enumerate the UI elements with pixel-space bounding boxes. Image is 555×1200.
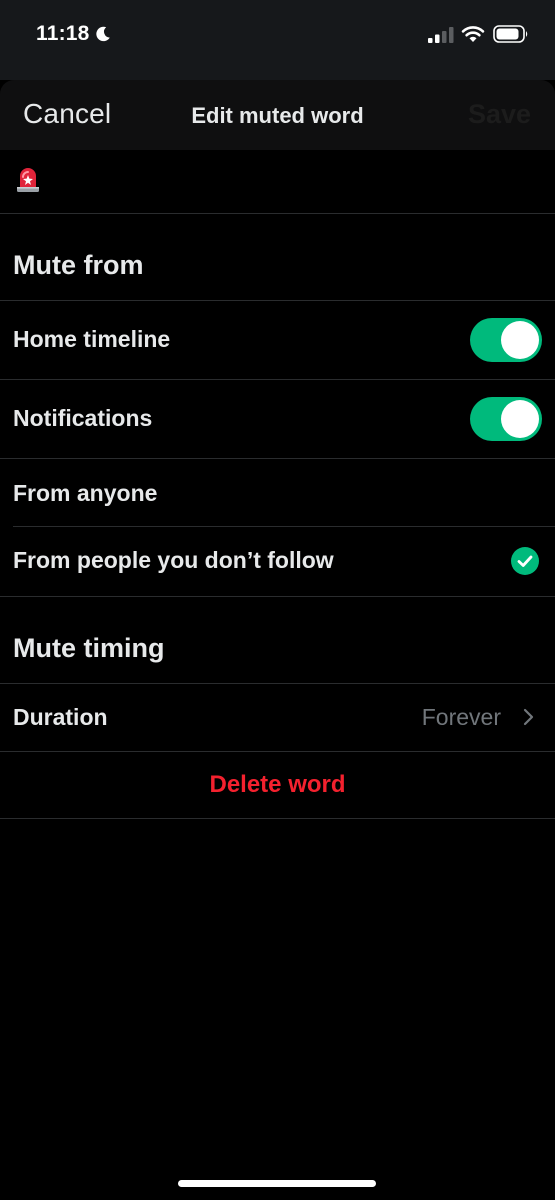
battery-icon — [493, 25, 528, 43]
status-bar: 11:18 — [0, 0, 555, 80]
toggle-knob — [501, 400, 539, 438]
police-car-light-emoji-icon — [17, 168, 39, 192]
save-button[interactable]: Save — [468, 99, 531, 130]
duration-label: Duration — [13, 704, 108, 730]
delete-word-button[interactable]: Delete word — [0, 752, 555, 819]
home-timeline-row: Home timeline — [0, 301, 555, 380]
mute-from-title: Mute from — [13, 250, 144, 280]
home-timeline-label: Home timeline — [13, 326, 171, 352]
from-people-you-dont-follow-option[interactable]: From people you don’t follow — [0, 527, 555, 597]
from-people-you-dont-follow-label: From people you don’t follow — [13, 547, 334, 573]
checkmark-icon — [511, 547, 539, 575]
mute-timing-title: Mute timing — [13, 633, 165, 663]
notifications-label: Notifications — [13, 405, 153, 431]
toggle-knob — [501, 321, 539, 359]
signal-icon — [428, 27, 454, 43]
home-indicator[interactable] — [178, 1180, 376, 1187]
home-timeline-toggle[interactable] — [470, 318, 542, 362]
duration-value: Forever — [421, 704, 501, 730]
muted-word-field[interactable] — [0, 150, 555, 214]
mute-timing-section-header: Mute timing — [0, 597, 555, 684]
edit-muted-word-sheet: Cancel Edit muted word Save Mute from Ho… — [0, 80, 555, 1200]
mute-from-section-header: Mute from — [0, 214, 555, 301]
notifications-row: Notifications — [0, 380, 555, 459]
duration-row[interactable]: Duration Forever — [0, 684, 555, 752]
from-anyone-option[interactable]: From anyone — [0, 459, 555, 527]
from-anyone-label: From anyone — [13, 480, 158, 506]
nav-bar: Cancel Edit muted word Save — [0, 80, 555, 150]
status-time: 11:18 — [36, 22, 90, 45]
chevron-right-icon — [523, 708, 534, 726]
notifications-toggle[interactable] — [470, 397, 542, 441]
delete-word-label: Delete word — [209, 771, 346, 798]
moon-icon — [96, 26, 110, 42]
wifi-icon — [461, 26, 485, 42]
